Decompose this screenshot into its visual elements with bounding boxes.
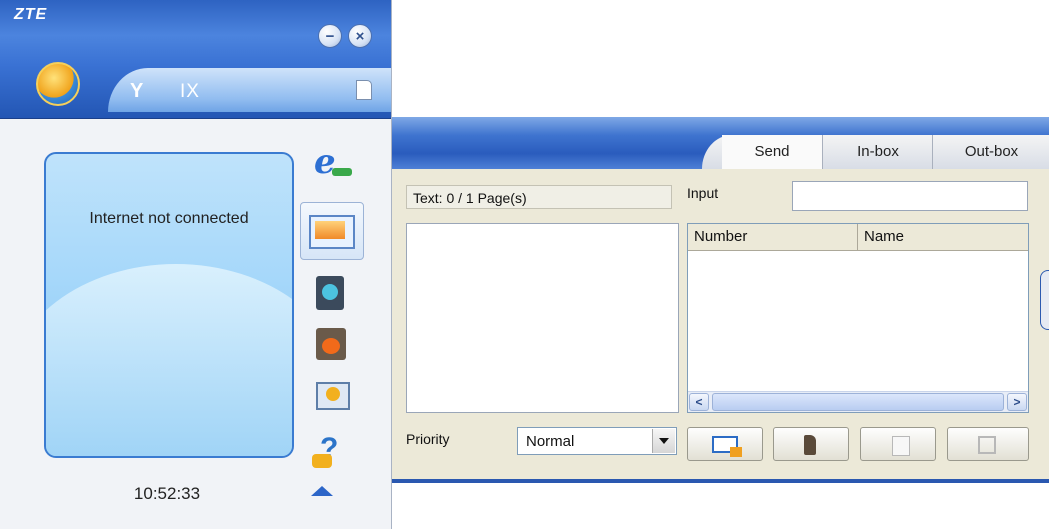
function-sidebar: e ? xyxy=(300,138,372,498)
minimize-button[interactable]: − xyxy=(318,24,342,48)
send-button[interactable] xyxy=(687,427,763,461)
scroll-left-button[interactable]: < xyxy=(689,393,709,411)
call-records-icon[interactable] xyxy=(310,322,354,366)
contact-book-icon xyxy=(804,435,816,455)
chevron-right-icon: > xyxy=(1013,395,1021,409)
sms-window: Send In-box Out-box Text: 0 / 1 Page(s) … xyxy=(392,117,1049,483)
priority-label: Priority xyxy=(406,431,450,447)
column-number[interactable]: Number xyxy=(688,224,858,250)
sms-icon[interactable] xyxy=(300,202,364,260)
settings-icon[interactable] xyxy=(310,376,354,420)
clock: 10:52:33 xyxy=(133,484,201,503)
expand-handle[interactable] xyxy=(1040,270,1049,330)
zte-main-panel: ZTE − × Y IX Internet not connected 10:5… xyxy=(0,0,392,529)
forward-icon xyxy=(892,436,910,456)
title-bar: ZTE − × Y IX xyxy=(0,0,391,119)
text-counter: Text: 0 / 1 Page(s) xyxy=(406,185,672,209)
brand-logo: ZTE xyxy=(14,6,48,23)
minus-icon: − xyxy=(325,27,335,45)
send-mail-icon xyxy=(712,436,742,457)
status-tab: Y IX xyxy=(108,68,391,112)
save-button[interactable] xyxy=(947,427,1029,461)
input-label: Input xyxy=(687,185,719,201)
connection-status: Internet not connected xyxy=(89,210,249,227)
chevron-left-icon: < xyxy=(695,395,703,409)
tab-send[interactable]: Send xyxy=(722,135,822,169)
tab-inbox[interactable]: In-box xyxy=(822,135,933,169)
priority-select[interactable]: Normal xyxy=(517,427,677,455)
help-icon[interactable]: ? xyxy=(310,430,354,474)
antenna-icon: Y xyxy=(130,80,144,102)
phonebook-icon[interactable] xyxy=(310,272,354,316)
tab-outbox[interactable]: Out-box xyxy=(932,135,1049,169)
priority-value: Normal xyxy=(526,433,575,450)
forward-button[interactable] xyxy=(860,427,936,461)
collapse-arrow-icon[interactable] xyxy=(311,486,333,496)
sim-card-icon xyxy=(356,80,372,100)
horizontal-scrollbar[interactable]: < > xyxy=(688,391,1028,412)
scroll-thumb[interactable] xyxy=(712,393,1004,411)
internet-icon[interactable]: e xyxy=(310,140,354,184)
recipient-list[interactable]: Number Name < > xyxy=(687,223,1029,413)
close-icon: × xyxy=(355,27,365,45)
screen-background xyxy=(46,264,292,456)
status-screen: Internet not connected xyxy=(44,152,294,458)
dropdown-arrow-icon[interactable] xyxy=(652,429,675,453)
network-type-label: IX xyxy=(180,81,200,102)
phonebook-button[interactable] xyxy=(773,427,849,461)
recipient-input[interactable] xyxy=(792,181,1028,211)
message-textarea[interactable] xyxy=(406,223,679,413)
globe-icon xyxy=(36,62,80,106)
close-button[interactable]: × xyxy=(348,24,372,48)
list-header: Number Name xyxy=(688,224,1028,251)
save-icon xyxy=(978,436,996,454)
scroll-right-button[interactable]: > xyxy=(1007,393,1027,411)
column-name[interactable]: Name xyxy=(858,224,1028,250)
